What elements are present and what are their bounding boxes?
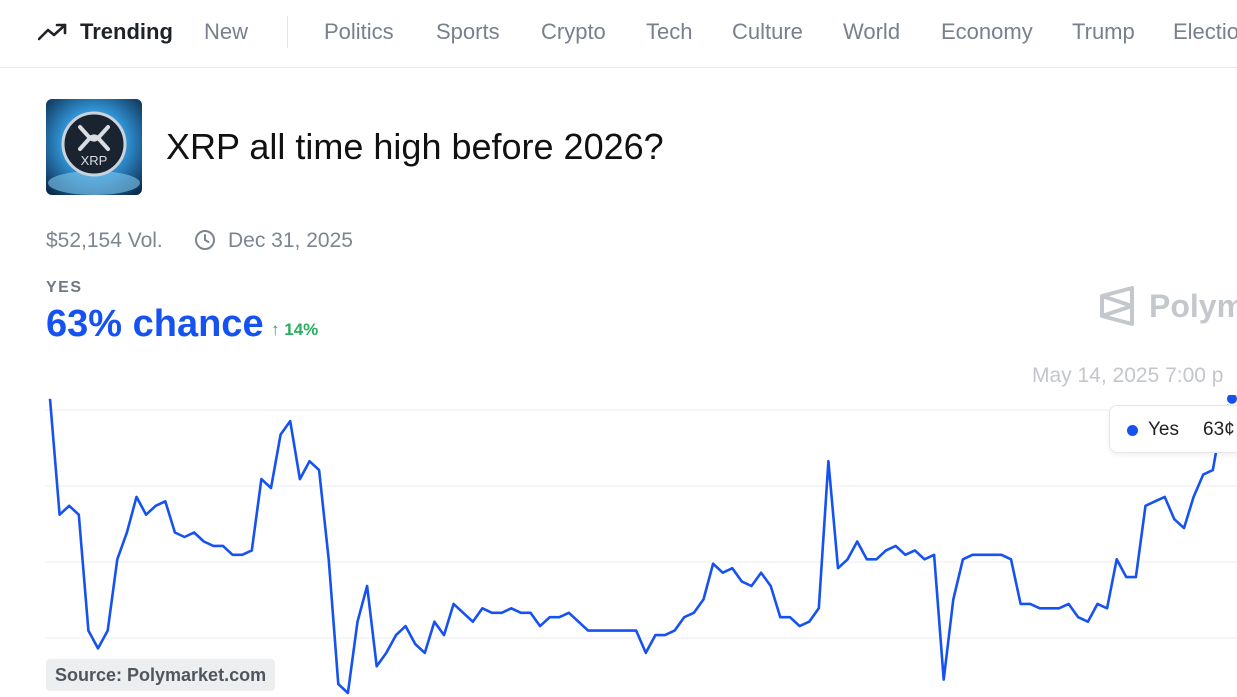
nav-divider [287, 16, 288, 48]
logo-text: XRP [81, 153, 108, 168]
hover-point-marker [1225, 395, 1237, 406]
nav-tab-tech[interactable]: Tech [646, 19, 692, 45]
nav-tab-economy[interactable]: Economy [941, 19, 1033, 45]
price-chart[interactable] [0, 395, 1237, 697]
hover-date: May 14, 2025 7:00 p [1032, 364, 1224, 387]
change-indicator: ↑ 14% [271, 320, 318, 340]
market-title: XRP all time high before 2026? [166, 126, 664, 167]
polymarket-logo-icon [1100, 286, 1134, 326]
outcome-label: YES [46, 279, 83, 296]
category-nav: Trending New Politics Sports Crypto Tech… [0, 0, 1237, 68]
nav-tab-new[interactable]: New [204, 19, 248, 45]
volume-text: $52,154 Vol. [46, 229, 163, 252]
nav-tab-politics[interactable]: Politics [324, 19, 394, 45]
series-dot-icon [1127, 425, 1138, 436]
change-value: 14% [284, 320, 319, 339]
series-line-yes [48, 398, 1234, 695]
watermark-text: Polym [1149, 288, 1237, 324]
source-label: Source: Polymarket.com [46, 659, 276, 691]
market-logo: XRP [46, 99, 142, 195]
nav-tab-trump[interactable]: Trump [1072, 19, 1135, 45]
end-date-text: Dec 31, 2025 [228, 229, 353, 252]
arrow-up-icon: ↑ [271, 320, 280, 339]
nav-tab-culture[interactable]: Culture [732, 19, 803, 45]
tooltip-series-label: Yes [1148, 419, 1179, 440]
nav-tab-sports[interactable]: Sports [436, 19, 500, 45]
chart-tooltip: Yes 63¢ [1109, 405, 1237, 453]
nav-tab-world[interactable]: World [843, 19, 900, 45]
nav-tab-elections[interactable]: Electio [1173, 19, 1237, 45]
polymarket-watermark: Polym [1098, 284, 1237, 328]
chance-value: 63% chance [46, 303, 264, 345]
trending-icon [38, 23, 67, 41]
nav-tab-trending[interactable]: Trending [80, 19, 173, 45]
clock-icon [195, 230, 215, 250]
tooltip-value: 63¢ [1203, 419, 1235, 440]
nav-tab-crypto[interactable]: Crypto [541, 19, 606, 45]
